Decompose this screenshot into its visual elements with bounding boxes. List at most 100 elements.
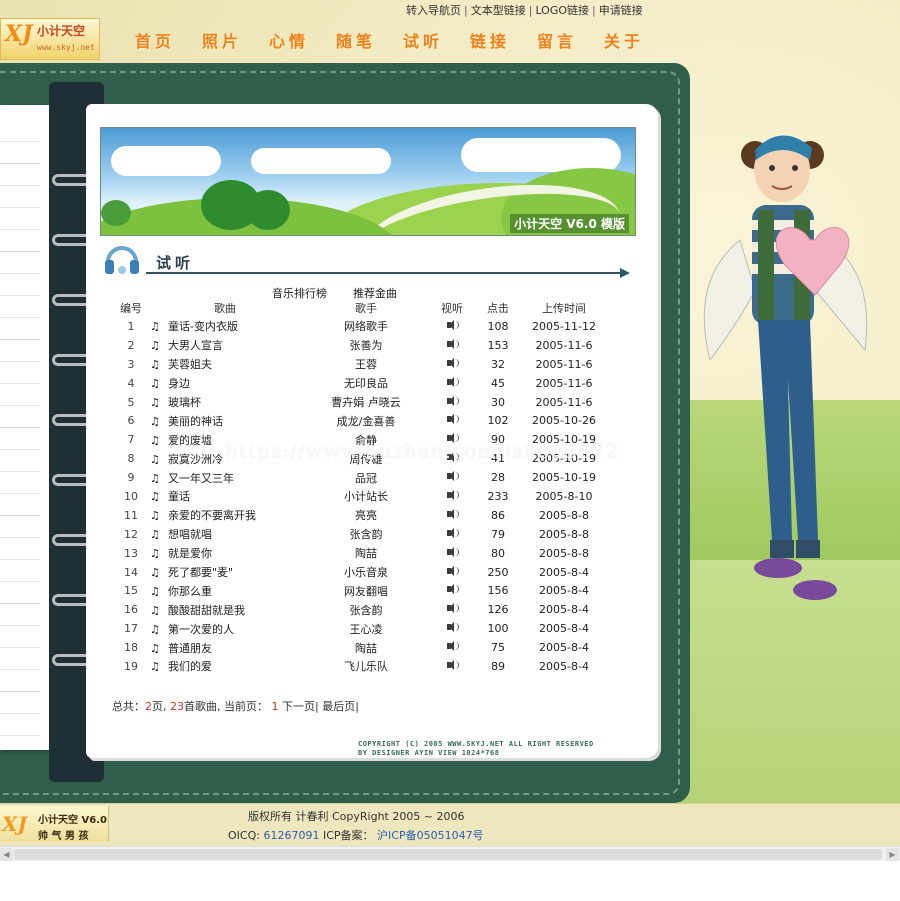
song-cell: ♫ 第一次爱的人 bbox=[150, 619, 300, 638]
music-note-icon: ♫ bbox=[150, 377, 160, 391]
song-title-link[interactable]: 酸酸甜甜就是我 bbox=[168, 604, 245, 617]
speaker-icon[interactable] bbox=[445, 622, 459, 633]
table-row: 15 ♫ 你那么重 网友翻唱 156 2005-8-4 bbox=[112, 581, 604, 600]
song-title-link[interactable]: 你那么重 bbox=[168, 585, 212, 598]
song-title-link[interactable]: 童话-变内衣版 bbox=[168, 320, 238, 333]
speaker-icon[interactable] bbox=[445, 319, 459, 330]
table-row: 4 ♫ 身边 无印良品 45 2005-11-6 bbox=[112, 374, 604, 393]
speaker-icon[interactable] bbox=[445, 546, 459, 557]
footer-logo[interactable]: XJ 小计天空 V6.0 帅 气 男 孩 bbox=[0, 806, 109, 842]
speaker-icon[interactable] bbox=[445, 565, 459, 576]
horizontal-scrollbar[interactable]: ◀ ▶ bbox=[0, 846, 900, 862]
top-link-logo[interactable]: LOGO链接 bbox=[535, 4, 589, 17]
upload-date: 2005-8-4 bbox=[539, 565, 589, 579]
section-title: 试听 bbox=[156, 254, 195, 272]
song-title-link[interactable]: 第一次爱的人 bbox=[168, 623, 234, 636]
speaker-icon[interactable] bbox=[445, 338, 459, 349]
song-number: 2 bbox=[127, 338, 135, 352]
speaker-icon[interactable] bbox=[445, 395, 459, 406]
menu-about[interactable]: 关于 bbox=[604, 28, 671, 52]
song-cell: ♫ 酸酸甜甜就是我 bbox=[150, 600, 300, 619]
headphones-icon bbox=[105, 246, 139, 274]
listen-cell bbox=[432, 487, 472, 506]
top-link-nav[interactable]: 转入导航页 bbox=[406, 4, 461, 17]
hit-count: 250 bbox=[487, 565, 509, 579]
song-title-link[interactable]: 玻璃杯 bbox=[168, 396, 201, 409]
menu-links[interactable]: 链接 bbox=[470, 28, 537, 52]
upload-date: 2005-8-8 bbox=[539, 546, 589, 560]
singer-name: 陶喆 bbox=[355, 547, 377, 561]
listen-cell bbox=[432, 657, 472, 676]
song-title-link[interactable]: 爱的废墟 bbox=[168, 434, 212, 447]
top-link-text[interactable]: 文本型链接 bbox=[471, 4, 526, 17]
col-song: 歌曲 bbox=[214, 301, 236, 315]
pager-next-link[interactable]: 下一页 bbox=[282, 700, 315, 713]
song-number: 13 bbox=[124, 546, 138, 560]
singer-name: 小乐音泉 bbox=[344, 566, 388, 580]
speaker-icon[interactable] bbox=[445, 527, 459, 538]
song-title-link[interactable]: 芙蓉姐夫 bbox=[168, 358, 212, 371]
song-title-link[interactable]: 童话 bbox=[168, 490, 190, 503]
song-title-link[interactable]: 身边 bbox=[168, 377, 190, 390]
song-number: 9 bbox=[127, 471, 135, 485]
speaker-icon[interactable] bbox=[445, 641, 459, 652]
hit-count: 100 bbox=[487, 622, 509, 636]
song-title-link[interactable]: 就是爱你 bbox=[168, 547, 212, 560]
menu-photos[interactable]: 照片 bbox=[202, 28, 269, 52]
menu-guestbook[interactable]: 留言 bbox=[537, 28, 604, 52]
scrollbar-thumb[interactable] bbox=[14, 849, 882, 860]
listen-cell bbox=[432, 563, 472, 582]
song-title-link[interactable]: 我们的爱 bbox=[168, 660, 212, 673]
speaker-icon[interactable] bbox=[445, 414, 459, 425]
site-logo[interactable]: XJ 小计天空 www.skyj.net bbox=[0, 18, 100, 60]
music-note-icon: ♫ bbox=[150, 339, 160, 353]
top-links: 转入导航页 | 文本型链接 | LOGO链接 | 申请链接 bbox=[406, 4, 643, 17]
speaker-icon[interactable] bbox=[445, 603, 459, 614]
top-link-apply[interactable]: 申请链接 bbox=[599, 4, 643, 17]
music-note-icon: ♫ bbox=[150, 396, 160, 409]
speaker-icon[interactable] bbox=[445, 376, 459, 387]
section-arrow-icon bbox=[620, 268, 630, 278]
listen-cell bbox=[432, 600, 472, 619]
speaker-icon[interactable] bbox=[445, 508, 459, 519]
music-note-icon: ♫ bbox=[150, 358, 160, 372]
hit-count: 102 bbox=[487, 414, 509, 428]
oicq-number[interactable]: 61267091 bbox=[263, 829, 319, 842]
song-cell: ♫ 大男人宣言 bbox=[150, 336, 300, 355]
song-title-link[interactable]: 寂寞沙洲冷 bbox=[168, 453, 223, 466]
music-note-icon: ♫ bbox=[150, 452, 160, 466]
song-title-link[interactable]: 想唱就唱 bbox=[168, 528, 212, 541]
speaker-icon[interactable] bbox=[445, 357, 459, 368]
logo-title: 小计天空 bbox=[37, 24, 86, 38]
speaker-icon[interactable] bbox=[445, 584, 459, 595]
listen-cell bbox=[432, 411, 472, 430]
song-title-link[interactable]: 美丽的神话 bbox=[168, 415, 223, 428]
menu-notes[interactable]: 随笔 bbox=[336, 28, 403, 52]
song-title-link[interactable]: 大男人宣言 bbox=[168, 339, 223, 352]
menu-listen[interactable]: 试听 bbox=[403, 28, 470, 52]
speaker-icon[interactable] bbox=[445, 471, 459, 482]
upload-date: 2005-11-6 bbox=[535, 338, 593, 352]
scroll-left-icon[interactable]: ◀ bbox=[0, 848, 13, 861]
song-title-link[interactable]: 死了都要"麦" bbox=[168, 566, 233, 579]
menu-home[interactable]: 首页 bbox=[135, 28, 202, 52]
listen-cell bbox=[432, 619, 472, 638]
song-title-link[interactable]: 又一年又三年 bbox=[168, 472, 234, 485]
song-cell: ♫ 童话 bbox=[150, 487, 300, 506]
song-title-link[interactable]: 普通朋友 bbox=[168, 642, 212, 655]
menu-mood[interactable]: 心情 bbox=[269, 28, 336, 52]
pager-last-link[interactable]: 最后页 bbox=[322, 700, 355, 713]
logo-url: www.skyj.net bbox=[37, 43, 95, 52]
icp-number[interactable]: 沪ICP备05051047号 bbox=[377, 829, 484, 842]
speaker-icon[interactable] bbox=[445, 659, 459, 670]
listen-cell bbox=[432, 336, 472, 355]
hit-count: 126 bbox=[487, 603, 509, 617]
music-note-icon: ♫ bbox=[150, 660, 160, 674]
scroll-right-icon[interactable]: ▶ bbox=[886, 848, 899, 861]
music-note-icon: ♫ bbox=[150, 641, 160, 655]
table-row: 1 ♫ 童话-变内衣版 网络歌手 108 2005-11-12 bbox=[112, 317, 604, 336]
song-number: 5 bbox=[127, 395, 135, 409]
speaker-icon[interactable] bbox=[445, 489, 459, 500]
music-note-icon: ♫ bbox=[150, 547, 160, 561]
song-title-link[interactable]: 亲爱的不要离开我 bbox=[168, 509, 256, 522]
